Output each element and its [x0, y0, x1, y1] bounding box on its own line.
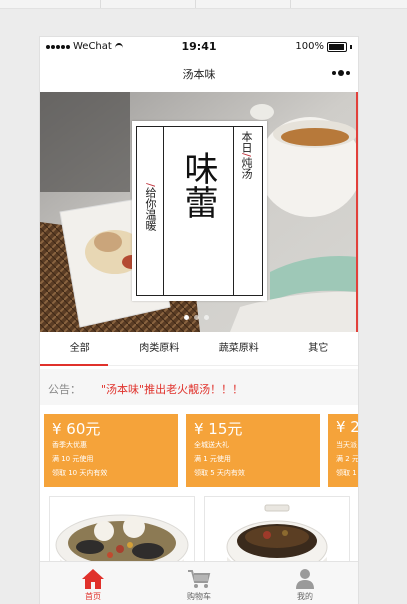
tab-other[interactable]: 其它: [279, 337, 359, 365]
coupon-price: ¥ 2: [336, 418, 358, 436]
coupon-condition: 满 2 元: [336, 455, 358, 463]
carousel-indicators: [184, 315, 209, 320]
status-bar: WeChat 19:41 100%: [40, 37, 358, 57]
coupon-validity: 领取 5 天内有效: [194, 469, 245, 477]
carousel-dot[interactable]: [194, 315, 199, 320]
user-icon: [296, 569, 314, 589]
tab-cart-label: 购物车: [187, 592, 211, 601]
carousel-dot[interactable]: [204, 315, 209, 320]
coupon-name: 香季大优惠: [52, 441, 87, 449]
coupon-condition: 满 1 元使用: [194, 455, 231, 463]
notice: 公告： "汤本味"推出老火靓汤！！！: [48, 381, 243, 397]
poster-title: 味蕾: [178, 151, 218, 219]
tab-mine[interactable]: 我的: [252, 562, 358, 604]
coupon-validity: 领取 10 天内有效: [52, 469, 108, 477]
tab-all[interactable]: 全部: [40, 337, 120, 366]
notice-message[interactable]: "汤本味"推出老火靓汤！！！: [101, 383, 243, 396]
category-tabs: 全部 肉类原料 蔬菜原料 其它: [40, 337, 358, 366]
more-dots-icon[interactable]: [332, 69, 350, 77]
banner-poster: 味蕾 本日/炖汤 /给你温暖: [132, 121, 267, 301]
tab-cart[interactable]: 购物车: [146, 562, 252, 604]
battery-icon: [327, 41, 347, 52]
coupon-validity: 领取 1: [336, 469, 357, 477]
notice-label: 公告：: [48, 383, 81, 396]
tab-home-label: 首页: [85, 592, 101, 601]
tab-vegetable[interactable]: 蔬菜原料: [199, 337, 279, 365]
bottom-tab-bar: 首页 购物车 我的: [40, 561, 358, 604]
coupon-name: 当天派: [336, 441, 357, 449]
coupon-list: ¥ 60元 香季大优惠 满 10 元使用 领取 10 天内有效 ¥ 15元 全城…: [40, 414, 358, 487]
tab-meat[interactable]: 肉类原料: [120, 337, 200, 365]
cart-icon: [188, 570, 211, 588]
nav-bar: 汤本味: [40, 57, 358, 89]
home-icon: [82, 569, 104, 589]
coupon-name: 全城送大礼: [194, 441, 229, 449]
coupon-card[interactable]: ¥ 2 当天派 满 2 元 领取 1: [328, 414, 358, 487]
browser-top-strip: [0, 0, 407, 9]
poster-subtitle: 本日/炖汤: [240, 131, 253, 179]
coupon-card[interactable]: ¥ 60元 香季大优惠 满 10 元使用 领取 10 天内有效: [44, 414, 178, 487]
coupon-price: ¥ 60元: [52, 420, 101, 438]
banner-carousel[interactable]: 味蕾 本日/炖汤 /给你温暖: [40, 92, 358, 332]
poster-slogan: /给你温暖: [144, 183, 157, 231]
tab-home[interactable]: 首页: [40, 562, 146, 604]
coupon-card[interactable]: ¥ 15元 全城送大礼 满 1 元使用 领取 5 天内有效: [186, 414, 320, 487]
battery-percent: 100%: [295, 41, 324, 52]
phone-screen: WeChat 19:41 100% 汤本味 味蕾 本日/炖汤 /给你温暖 全部 …: [40, 37, 358, 604]
battery: 100%: [295, 41, 352, 52]
coupon-condition: 满 10 元使用: [52, 455, 94, 463]
carousel-dot[interactable]: [184, 315, 189, 320]
coupon-price: ¥ 15元: [194, 420, 243, 438]
page-title: 汤本味: [182, 68, 216, 81]
tab-mine-label: 我的: [297, 592, 313, 601]
